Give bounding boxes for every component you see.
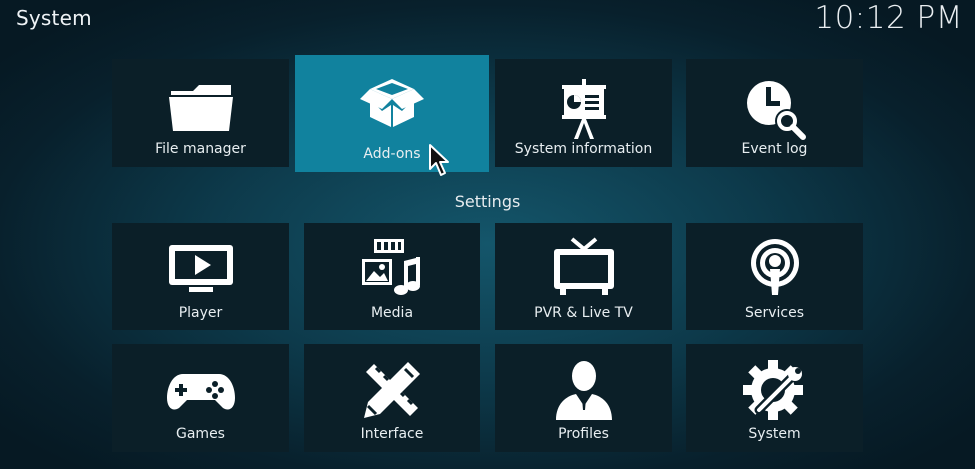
media-icon <box>356 233 428 305</box>
gear-tools-icon <box>739 354 811 426</box>
tile-label: Profiles <box>558 426 609 442</box>
tile-profiles[interactable]: Profiles <box>495 344 672 452</box>
tile-label: Event log <box>741 141 808 157</box>
tile-label: Media <box>370 305 414 321</box>
presentation-board-icon <box>548 73 620 145</box>
header-title: System <box>16 6 92 30</box>
tile-label: Services <box>744 305 805 321</box>
tile-add-ons[interactable]: Add-ons <box>295 55 489 172</box>
settings-label: Settings <box>454 192 521 211</box>
tile-system[interactable]: System <box>686 344 863 452</box>
folder-icon <box>165 73 237 145</box>
tile-label: Player <box>178 305 223 321</box>
pencil-ruler-icon <box>356 354 428 426</box>
tile-event-log[interactable]: Event log <box>686 59 863 167</box>
broadcast-icon <box>739 233 811 305</box>
tile-label: File manager <box>155 141 246 157</box>
tv-antenna-icon <box>548 233 620 305</box>
tile-label: PVR & Live TV <box>534 305 633 321</box>
tile-pvr-live-tv[interactable]: PVR & Live TV <box>495 223 672 330</box>
tile-label: Add-ons <box>363 146 421 162</box>
tv-play-icon <box>165 233 237 305</box>
tile-games[interactable]: Games <box>112 344 289 452</box>
tile-label: Games <box>176 426 225 442</box>
tile-interface[interactable]: Interface <box>304 344 480 452</box>
open-box-icon <box>356 65 428 137</box>
mouse-pointer-icon <box>429 144 449 176</box>
clock-search-icon <box>739 73 811 145</box>
tile-label: Interface <box>360 426 424 442</box>
tile-label: System information <box>514 141 653 157</box>
person-icon <box>548 354 620 426</box>
tile-file-manager[interactable]: File manager <box>112 59 289 167</box>
tile-player[interactable]: Player <box>112 223 289 330</box>
clock: 10:12 PM <box>814 0 963 36</box>
gamepad-icon <box>165 354 237 426</box>
tile-system-information[interactable]: System information <box>495 59 672 167</box>
tile-label: System <box>748 426 801 442</box>
tile-services[interactable]: Services <box>686 223 863 330</box>
tile-media[interactable]: Media <box>304 223 480 330</box>
